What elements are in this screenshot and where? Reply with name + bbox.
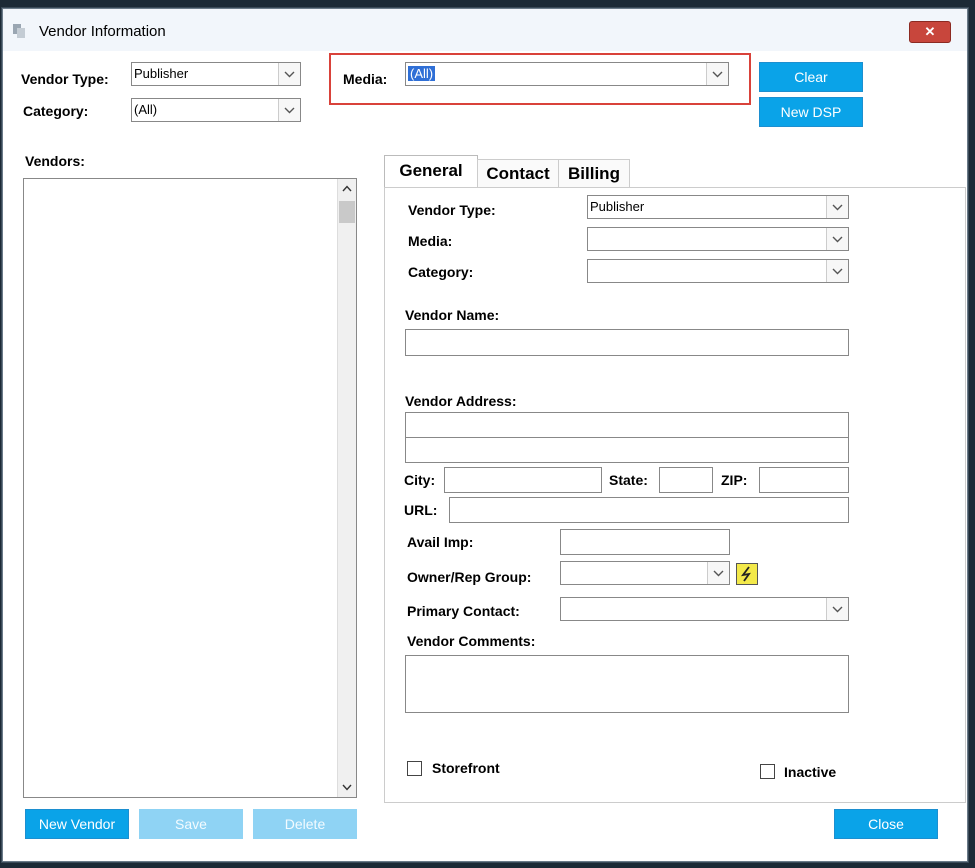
media-select[interactable] — [587, 227, 849, 251]
owner-rep-group-select[interactable] — [560, 561, 730, 585]
vendor-information-window: Vendor Information ✕ Vendor Type: Publis… — [2, 8, 968, 862]
vendor-address-label: Vendor Address: — [405, 393, 517, 409]
vendor-type-label: Vendor Type: — [408, 202, 496, 218]
inactive-label: Inactive — [784, 764, 837, 780]
vendors-label: Vendors: — [25, 153, 85, 169]
chevron-down-icon[interactable] — [278, 99, 300, 121]
tab-contact[interactable]: Contact — [477, 159, 559, 188]
primary-contact-select[interactable] — [560, 597, 849, 621]
clear-button[interactable]: Clear — [759, 62, 863, 92]
tab-billing-label: Billing — [568, 164, 620, 183]
close-button[interactable]: Close — [834, 809, 938, 839]
chevron-down-icon[interactable] — [826, 260, 848, 282]
state-input[interactable] — [659, 467, 713, 493]
vendor-type-select[interactable]: Publisher — [587, 195, 849, 219]
media-filter-label: Media: — [343, 71, 388, 87]
vendor-comments-textarea[interactable] — [405, 655, 849, 713]
scroll-up-icon[interactable] — [342, 185, 352, 192]
chevron-down-icon[interactable] — [826, 196, 848, 218]
chevron-down-icon[interactable] — [826, 228, 848, 250]
owner-rep-group-label: Owner/Rep Group: — [407, 569, 532, 585]
category-label: Category: — [408, 264, 474, 280]
vendor-type-filter-value: Publisher — [134, 66, 189, 81]
chevron-down-icon[interactable] — [278, 63, 300, 85]
close-icon: ✕ — [924, 24, 936, 39]
window-title: Vendor Information — [39, 23, 166, 40]
state-label: State: — [609, 472, 648, 488]
lightning-icon — [740, 566, 751, 582]
url-label: URL: — [404, 502, 438, 518]
inactive-checkbox[interactable] — [760, 764, 775, 779]
category-filter-select[interactable]: (All) — [131, 98, 301, 122]
primary-contact-label: Primary Contact: — [407, 603, 520, 619]
url-input[interactable] — [449, 497, 849, 523]
zip-label: ZIP: — [721, 472, 748, 488]
vendors-list[interactable] — [23, 178, 357, 798]
city-label: City: — [404, 472, 436, 488]
chevron-down-icon[interactable] — [707, 562, 729, 584]
close-window-button[interactable]: ✕ — [909, 21, 951, 43]
scrollbar-thumb[interactable] — [339, 201, 355, 223]
scroll-down-icon[interactable] — [342, 784, 352, 791]
vendor-comments-label: Vendor Comments: — [407, 633, 536, 649]
new-vendor-button[interactable]: New Vendor — [25, 809, 129, 839]
category-select[interactable] — [587, 259, 849, 283]
lightning-button[interactable] — [736, 563, 758, 585]
vendor-type-value: Publisher — [590, 199, 645, 214]
storefront-label: Storefront — [432, 760, 500, 776]
chevron-down-icon[interactable] — [826, 598, 848, 620]
media-filter-value: (All) — [408, 66, 436, 81]
category-filter-label: Category: — [23, 103, 89, 119]
avail-imp-label: Avail Imp: — [407, 534, 474, 550]
delete-button[interactable]: Delete — [253, 809, 357, 839]
vendor-address-line1-input[interactable] — [405, 412, 849, 438]
vendors-scrollbar[interactable] — [337, 179, 356, 797]
vendor-type-filter-select[interactable]: Publisher — [131, 62, 301, 86]
tab-general[interactable]: General — [384, 155, 478, 188]
vendor-name-label: Vendor Name: — [405, 307, 500, 323]
storefront-checkbox[interactable] — [407, 761, 422, 776]
category-filter-value: (All) — [134, 102, 158, 117]
vendor-address-line2-input[interactable] — [405, 437, 849, 463]
avail-imp-input[interactable] — [560, 529, 730, 555]
media-filter-select[interactable]: (All) — [405, 62, 729, 86]
chevron-down-icon[interactable] — [706, 63, 728, 85]
media-label: Media: — [408, 233, 453, 249]
city-input[interactable] — [444, 467, 602, 493]
save-button[interactable]: Save — [139, 809, 243, 839]
vendor-type-filter-label: Vendor Type: — [21, 71, 109, 87]
title-bar: Vendor Information ✕ — [3, 9, 967, 51]
vendor-name-input[interactable] — [405, 329, 849, 356]
tab-billing[interactable]: Billing — [558, 159, 630, 188]
tab-general-label: General — [399, 161, 463, 180]
tab-contact-label: Contact — [486, 164, 550, 183]
zip-input[interactable] — [759, 467, 849, 493]
app-icon — [13, 24, 25, 38]
new-dsp-button[interactable]: New DSP — [759, 97, 863, 127]
